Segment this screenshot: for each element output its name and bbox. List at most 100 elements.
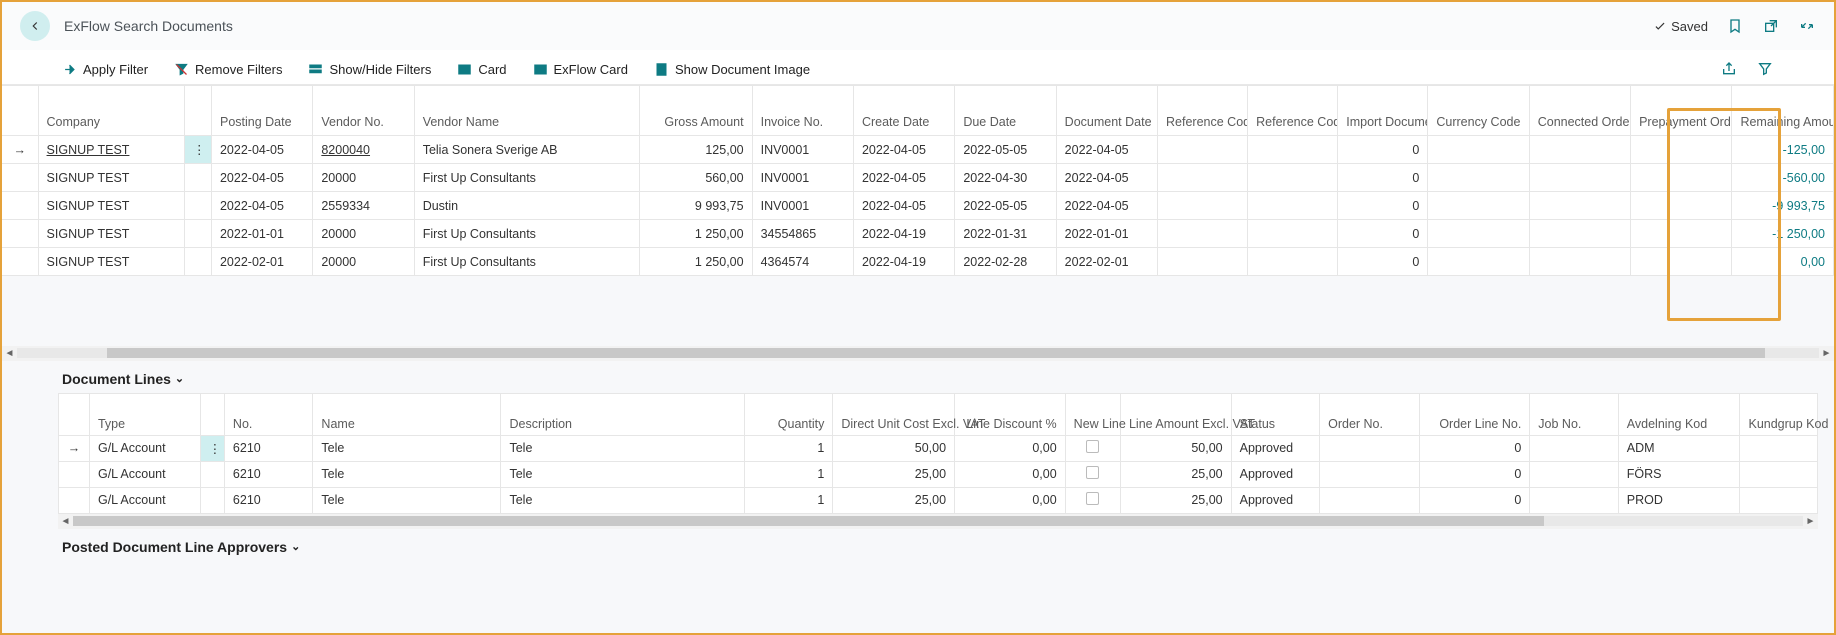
col-name[interactable]: Name: [313, 393, 501, 435]
cell-remaining-amount[interactable]: -1 250,00: [1732, 220, 1834, 248]
cell-order-no[interactable]: [1320, 461, 1420, 487]
col-avdelning[interactable]: Avdelning Kod: [1618, 393, 1740, 435]
table-row[interactable]: SIGNUP TEST 2022-04-05 20000 First Up Co…: [2, 164, 1834, 192]
cell-new-line[interactable]: [1065, 435, 1120, 461]
cell-document-date[interactable]: 2022-04-05: [1056, 192, 1157, 220]
col-company[interactable]: Company: [38, 86, 184, 136]
cell-no[interactable]: 6210: [224, 487, 313, 513]
cell-vendor-name[interactable]: First Up Consultants: [414, 248, 639, 276]
table-row[interactable]: G/L Account 6210 Tele Tele 1 25,00 0,00 …: [59, 461, 1818, 487]
col-line-amount[interactable]: Line Amount Excl. VAT: [1120, 393, 1231, 435]
showhide-filters-button[interactable]: Show/Hide Filters: [308, 62, 431, 77]
cell-type[interactable]: G/L Account: [89, 487, 200, 513]
col-document-date[interactable]: Document Date: [1056, 86, 1157, 136]
cell-prepayment[interactable]: [1631, 248, 1732, 276]
table-row[interactable]: SIGNUP TEST 2022-02-01 20000 First Up Co…: [2, 248, 1834, 276]
cell-kundgrup[interactable]: [1740, 461, 1818, 487]
cell-prepayment[interactable]: [1631, 220, 1732, 248]
cell-document-date[interactable]: 2022-04-05: [1056, 136, 1157, 164]
col-unit-cost[interactable]: Direct Unit Cost Excl. VAT: [833, 393, 955, 435]
cell-import-doc-no[interactable]: 0: [1338, 136, 1428, 164]
cell-remaining-amount[interactable]: -125,00: [1732, 136, 1834, 164]
cell-connected-order[interactable]: [1529, 192, 1630, 220]
cell-status[interactable]: Approved: [1231, 461, 1320, 487]
remove-filters-button[interactable]: Remove Filters: [174, 62, 282, 77]
cell-company[interactable]: SIGNUP TEST: [38, 164, 184, 192]
cell-order-line-no[interactable]: 0: [1419, 435, 1530, 461]
col-invoice-no[interactable]: Invoice No.: [752, 86, 853, 136]
table-row[interactable]: → SIGNUP TEST ⋮ 2022-04-05 8200040 Telia…: [2, 136, 1834, 164]
cell-create-date[interactable]: 2022-04-05: [853, 164, 954, 192]
cell-kundgrup[interactable]: [1740, 487, 1818, 513]
col-remaining-amount[interactable]: Remaining Amount: [1732, 86, 1834, 136]
cell-reference-code-import[interactable]: [1248, 248, 1338, 276]
cell-remaining-amount[interactable]: -9 993,75: [1732, 192, 1834, 220]
col-gross-amount[interactable]: Gross Amount: [639, 86, 752, 136]
cell-vendor-name[interactable]: First Up Consultants: [414, 164, 639, 192]
cell-due-date[interactable]: 2022-02-28: [955, 248, 1056, 276]
col-currency-code[interactable]: Currency Code: [1428, 86, 1529, 136]
cell-description[interactable]: Tele: [501, 435, 744, 461]
cell-company[interactable]: SIGNUP TEST: [38, 248, 184, 276]
cell-no[interactable]: 6210: [224, 461, 313, 487]
cell-posting-date[interactable]: 2022-01-01: [211, 220, 312, 248]
cell-prepayment[interactable]: [1631, 164, 1732, 192]
cell-reference-code-import[interactable]: [1248, 192, 1338, 220]
cell-status[interactable]: Approved: [1231, 487, 1320, 513]
col-order-no[interactable]: Order No.: [1320, 393, 1420, 435]
cell-create-date[interactable]: 2022-04-19: [853, 220, 954, 248]
col-import-doc-no[interactable]: Import Document No.: [1338, 86, 1428, 136]
cell-kundgrup[interactable]: [1740, 435, 1818, 461]
col-due-date[interactable]: Due Date: [955, 86, 1056, 136]
cell-new-line[interactable]: [1065, 487, 1120, 513]
cell-name[interactable]: Tele: [313, 487, 501, 513]
table-row[interactable]: SIGNUP TEST 2022-04-05 2559334 Dustin 9 …: [2, 192, 1834, 220]
cell-gross-amount[interactable]: 560,00: [639, 164, 752, 192]
back-button[interactable]: [20, 11, 50, 41]
cell-gross-amount[interactable]: 1 250,00: [639, 248, 752, 276]
col-job-no[interactable]: Job No.: [1530, 393, 1619, 435]
cell-import-doc-no[interactable]: 0: [1338, 192, 1428, 220]
cell-line-amount[interactable]: 25,00: [1120, 461, 1231, 487]
cell-gross-amount[interactable]: 1 250,00: [639, 220, 752, 248]
cell-company[interactable]: SIGNUP TEST: [38, 192, 184, 220]
col-status[interactable]: Status: [1231, 393, 1320, 435]
cell-remaining-amount[interactable]: -560,00: [1732, 164, 1834, 192]
cell-order-line-no[interactable]: 0: [1419, 487, 1530, 513]
cell-order-line-no[interactable]: 0: [1419, 461, 1530, 487]
col-description[interactable]: Description: [501, 393, 744, 435]
col-new-line[interactable]: New Line: [1065, 393, 1120, 435]
cell-currency-code[interactable]: [1428, 192, 1529, 220]
cell-due-date[interactable]: 2022-05-05: [955, 192, 1056, 220]
cell-order-no[interactable]: [1320, 487, 1420, 513]
cell-document-date[interactable]: 2022-04-05: [1056, 164, 1157, 192]
cell-currency-code[interactable]: [1428, 248, 1529, 276]
cell-prepayment[interactable]: [1631, 192, 1732, 220]
cell-avdelning[interactable]: FÖRS: [1618, 461, 1740, 487]
cell-document-date[interactable]: 2022-02-01: [1056, 248, 1157, 276]
cell-discount[interactable]: 0,00: [955, 435, 1066, 461]
cell-connected-order[interactable]: [1529, 164, 1630, 192]
cell-unit-cost[interactable]: 25,00: [833, 487, 955, 513]
cell-due-date[interactable]: 2022-05-05: [955, 136, 1056, 164]
cell-create-date[interactable]: 2022-04-05: [853, 136, 954, 164]
cell-document-date[interactable]: 2022-01-01: [1056, 220, 1157, 248]
cell-avdelning[interactable]: ADM: [1618, 435, 1740, 461]
lines-horizontal-scrollbar[interactable]: ◄ ►: [58, 514, 1818, 529]
cell-connected-order[interactable]: [1529, 136, 1630, 164]
cell-discount[interactable]: 0,00: [955, 461, 1066, 487]
exflow-card-button[interactable]: ExFlow Card: [533, 62, 628, 77]
cell-unit-cost[interactable]: 25,00: [833, 461, 955, 487]
cell-status[interactable]: Approved: [1231, 435, 1320, 461]
share-button[interactable]: [1720, 60, 1738, 78]
cell-currency-code[interactable]: [1428, 220, 1529, 248]
cell-reference-code[interactable]: [1158, 136, 1248, 164]
document-lines-header[interactable]: Document Lines ⌄: [2, 361, 1834, 393]
cell-remaining-amount[interactable]: 0,00: [1732, 248, 1834, 276]
cell-job-no[interactable]: [1530, 435, 1619, 461]
scroll-left-icon[interactable]: ◄: [58, 516, 73, 527]
cell-type[interactable]: G/L Account: [89, 461, 200, 487]
card-button[interactable]: Card: [457, 62, 506, 77]
scroll-right-icon[interactable]: ►: [1819, 348, 1834, 359]
table-row[interactable]: SIGNUP TEST 2022-01-01 20000 First Up Co…: [2, 220, 1834, 248]
